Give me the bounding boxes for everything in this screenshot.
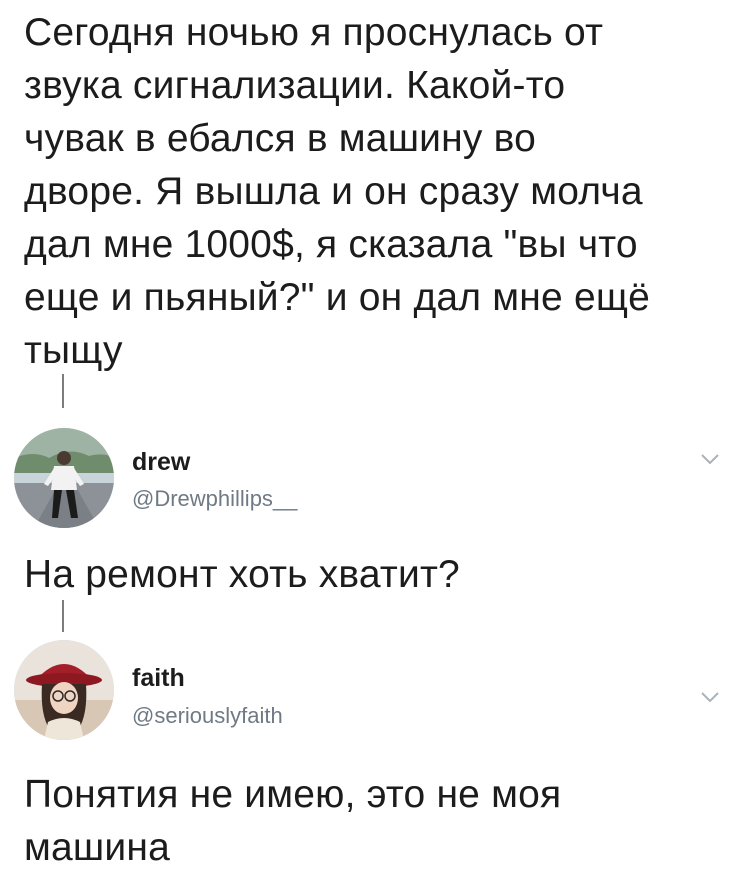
chevron-down-icon[interactable]: [700, 690, 720, 704]
display-name[interactable]: faith: [132, 664, 185, 693]
person-standing-avatar-icon: [14, 428, 114, 528]
avatar-faith[interactable]: [14, 640, 114, 740]
thread-connector-line: [62, 374, 64, 408]
thread-connector-line: [62, 600, 64, 632]
user-handle[interactable]: @seriouslyfaith: [132, 703, 283, 729]
original-post-text: Сегодня ночью я проснулась от звука сигн…: [24, 11, 651, 372]
user-handle[interactable]: @Drewphillips__: [132, 486, 297, 512]
chevron-down-icon[interactable]: [700, 452, 720, 466]
avatar-drew[interactable]: [14, 428, 114, 528]
display-name[interactable]: drew: [132, 448, 190, 477]
person-red-hat-avatar-icon: [14, 640, 114, 740]
reply-text: Понятия не имею, это не моя машина: [24, 773, 562, 869]
reply-text: На ремонт хоть хватит?: [24, 553, 460, 596]
